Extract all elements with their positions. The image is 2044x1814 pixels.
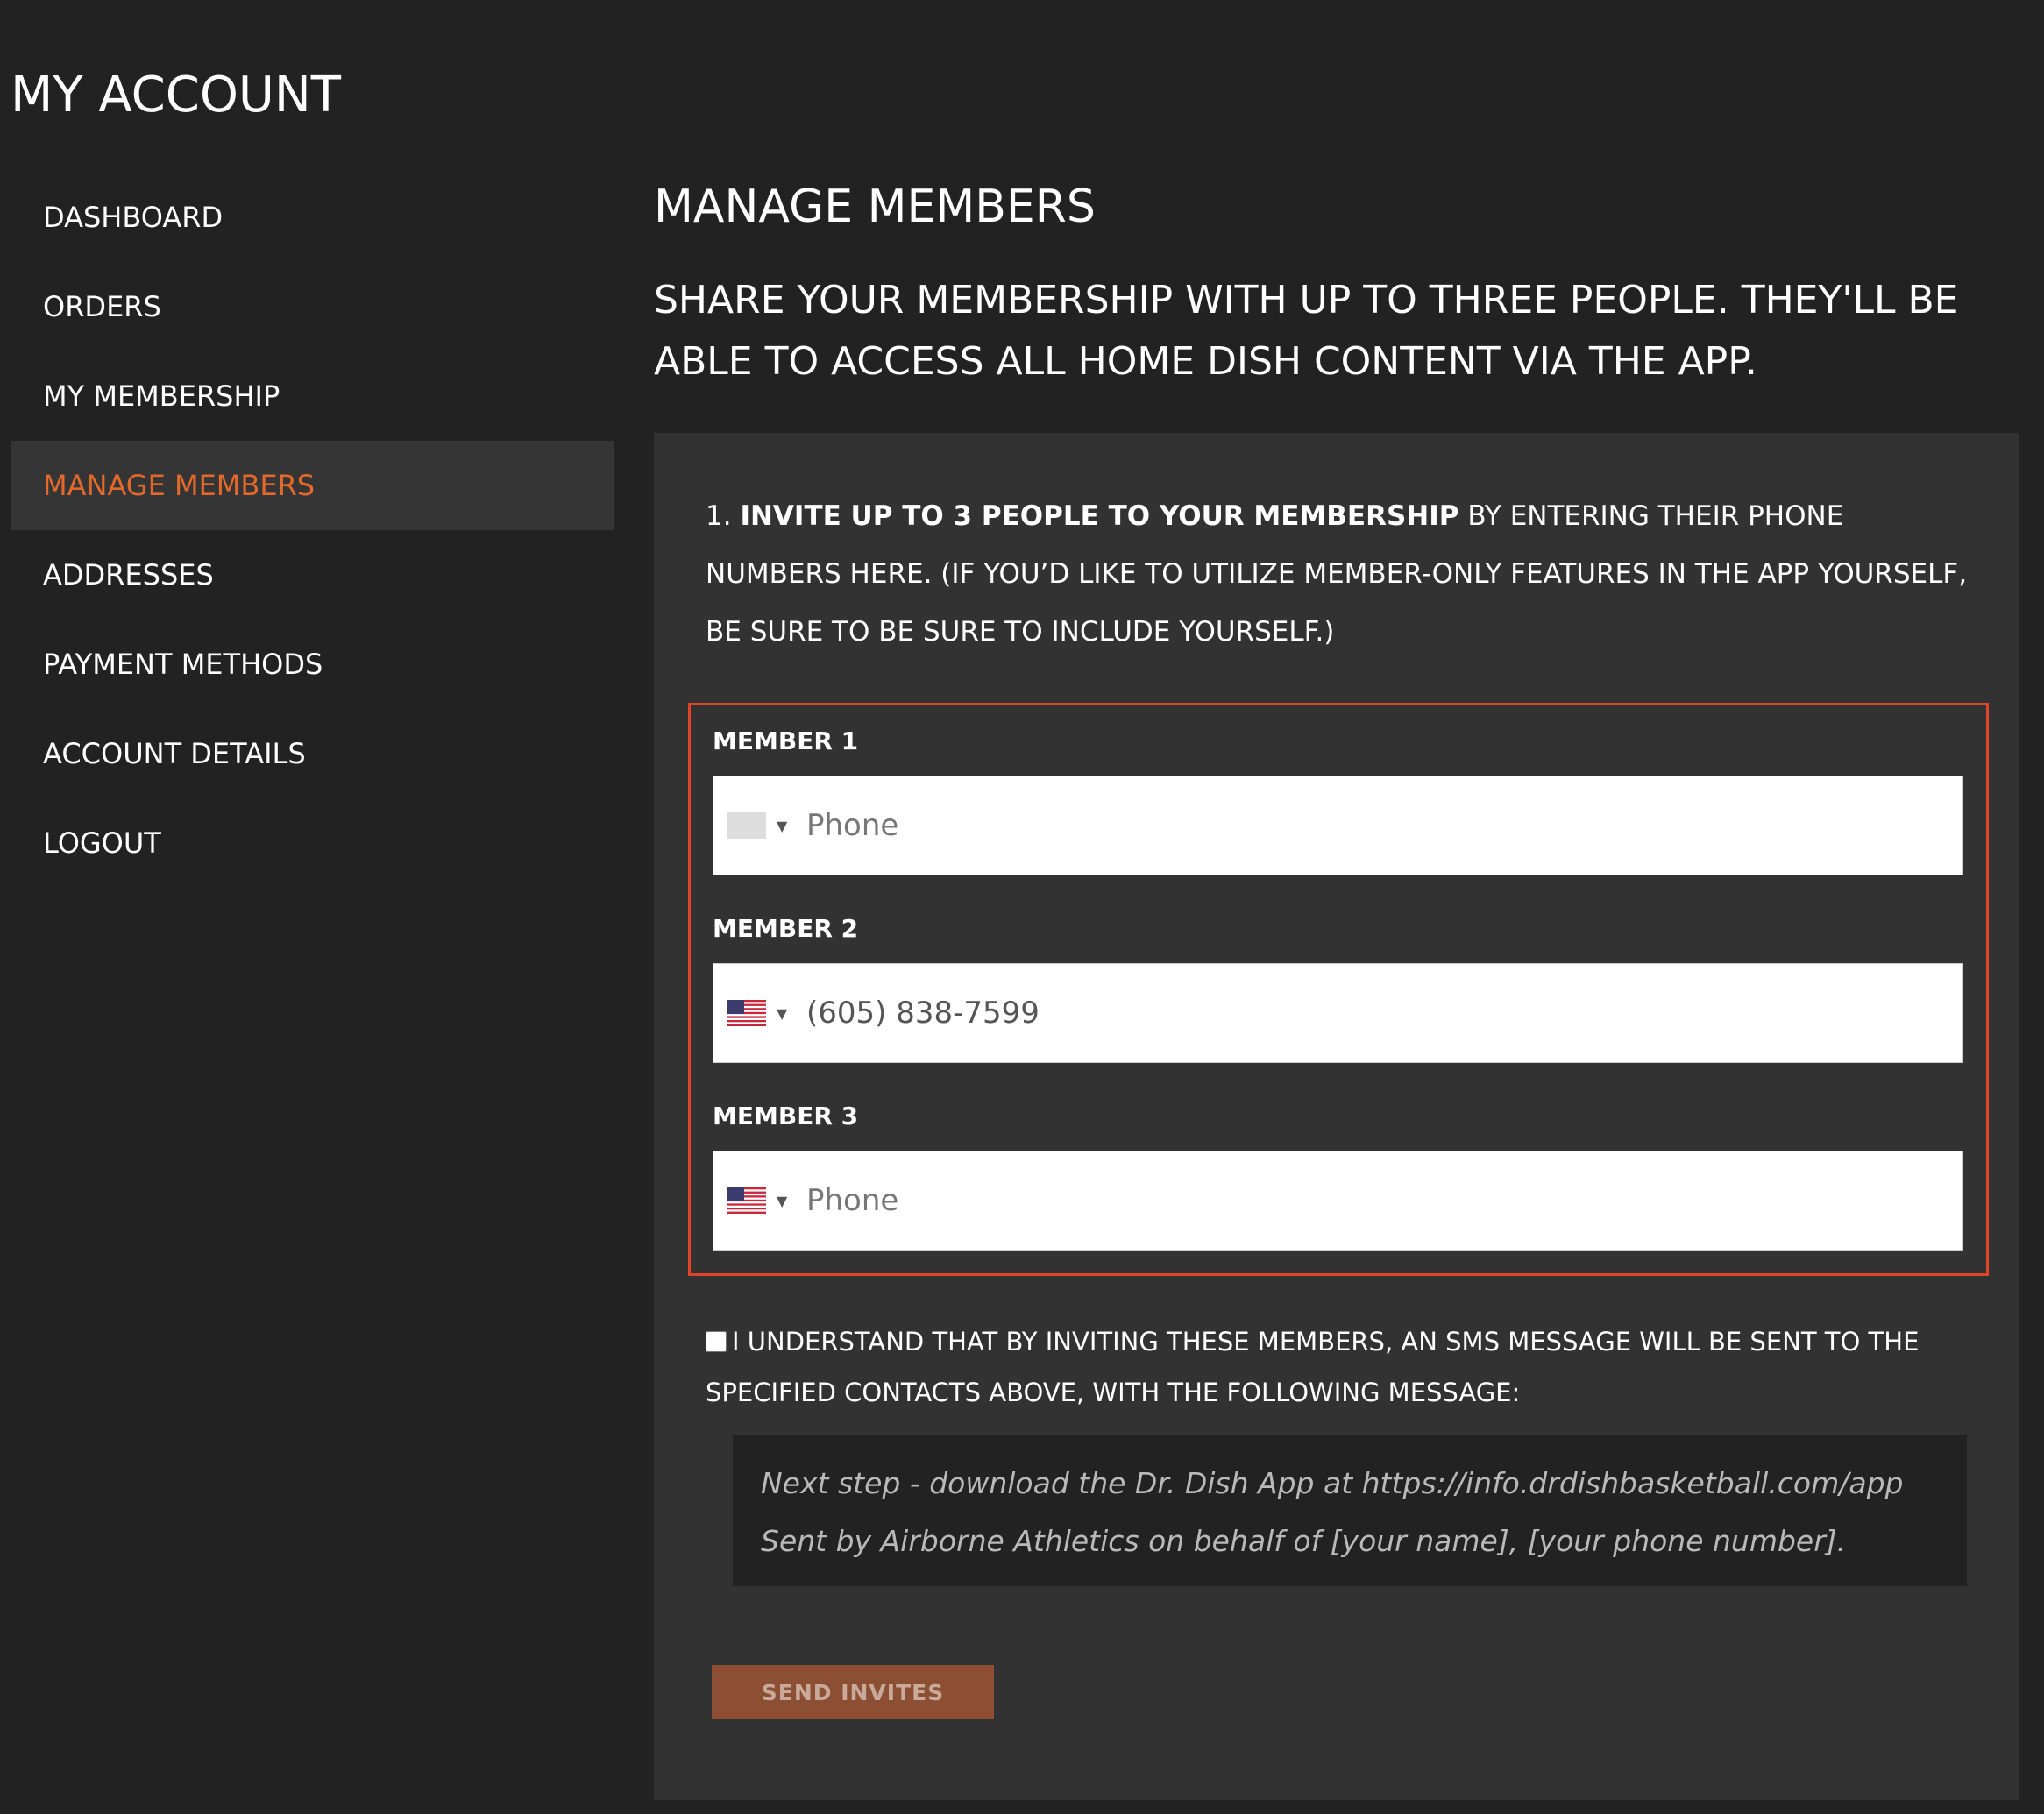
consent-text: I UNDERSTAND THAT BY INVITING THESE MEMB… (706, 1327, 1920, 1407)
member-1-label: MEMBER 1 (713, 726, 859, 755)
member-2-phone-field: ▼ (713, 963, 1963, 1063)
member-3-label: MEMBER 3 (713, 1102, 859, 1130)
sidebar-item-account-details[interactable]: ACCOUNT DETAILS (11, 709, 614, 798)
sidebar-item-orders[interactable]: ORDERS (11, 262, 614, 351)
country-select[interactable]: ▼ (713, 1000, 792, 1026)
country-select[interactable]: ▼ (713, 1187, 792, 1214)
member-2-phone-input[interactable] (792, 995, 1948, 1031)
instructions-prefix: 1. (706, 500, 741, 532)
account-title: MY ACCOUNT (11, 67, 342, 124)
page-title: MANAGE MEMBERS (654, 181, 1096, 233)
consent-row: I UNDERSTAND THAT BY INVITING THESE MEMB… (706, 1316, 1968, 1418)
sms-message-preview: Next step - download the Dr. Dish App at… (733, 1435, 1967, 1586)
blank-flag-icon (727, 812, 766, 839)
intro-text: SHARE YOUR MEMBERSHIP WITH UP TO THREE P… (654, 278, 1959, 384)
member-3-phone-field: ▼ (713, 1151, 1963, 1251)
caret-down-icon: ▼ (777, 1192, 788, 1209)
member-2-label: MEMBER 2 (713, 914, 859, 943)
message-line-2: Sent by Airborne Athletics on behalf of … (761, 1524, 1847, 1558)
member-1-phone-input[interactable] (792, 807, 1948, 844)
main-content: MANAGE MEMBERS SHARE YOUR MEMBERSHIP WIT… (654, 175, 2019, 393)
caret-down-icon: ▼ (777, 1004, 788, 1022)
consent-checkbox[interactable] (706, 1331, 727, 1352)
sidebar-item-dashboard[interactable]: DASHBOARD (11, 173, 614, 262)
sidebar: DASHBOARD ORDERS MY MEMBERSHIP MANAGE ME… (11, 173, 614, 888)
sidebar-item-manage-members[interactable]: MANAGE MEMBERS (11, 441, 614, 530)
sidebar-item-payment-methods[interactable]: PAYMENT METHODS (11, 620, 614, 709)
sidebar-item-my-membership[interactable]: MY MEMBERSHIP (11, 351, 614, 441)
invite-panel: 1. INVITE UP TO 3 PEOPLE TO YOUR MEMBERS… (654, 433, 2019, 1800)
member-3-phone-input[interactable] (792, 1182, 1948, 1219)
caret-down-icon: ▼ (777, 817, 788, 834)
members-box: MEMBER 1 ▼ MEMBER 2 (688, 703, 1989, 1276)
us-flag-icon (727, 1000, 766, 1026)
instructions-text: 1. INVITE UP TO 3 PEOPLE TO YOUR MEMBERS… (706, 487, 1968, 661)
member-1-phone-field: ▼ (713, 776, 1963, 875)
sidebar-item-logout[interactable]: LOGOUT (11, 798, 614, 888)
sidebar-item-addresses[interactable]: ADDRESSES (11, 530, 614, 620)
page: MY ACCOUNT DASHBOARD ORDERS MY MEMBERSHI… (0, 0, 2044, 1814)
instructions-bold: INVITE UP TO 3 PEOPLE TO YOUR MEMBERSHIP (740, 500, 1459, 532)
us-flag-icon (727, 1187, 766, 1214)
send-invites-button[interactable]: SEND INVITES (712, 1665, 994, 1719)
message-line-1: Next step - download the Dr. Dish App at… (761, 1466, 1904, 1500)
country-select[interactable]: ▼ (713, 812, 792, 839)
